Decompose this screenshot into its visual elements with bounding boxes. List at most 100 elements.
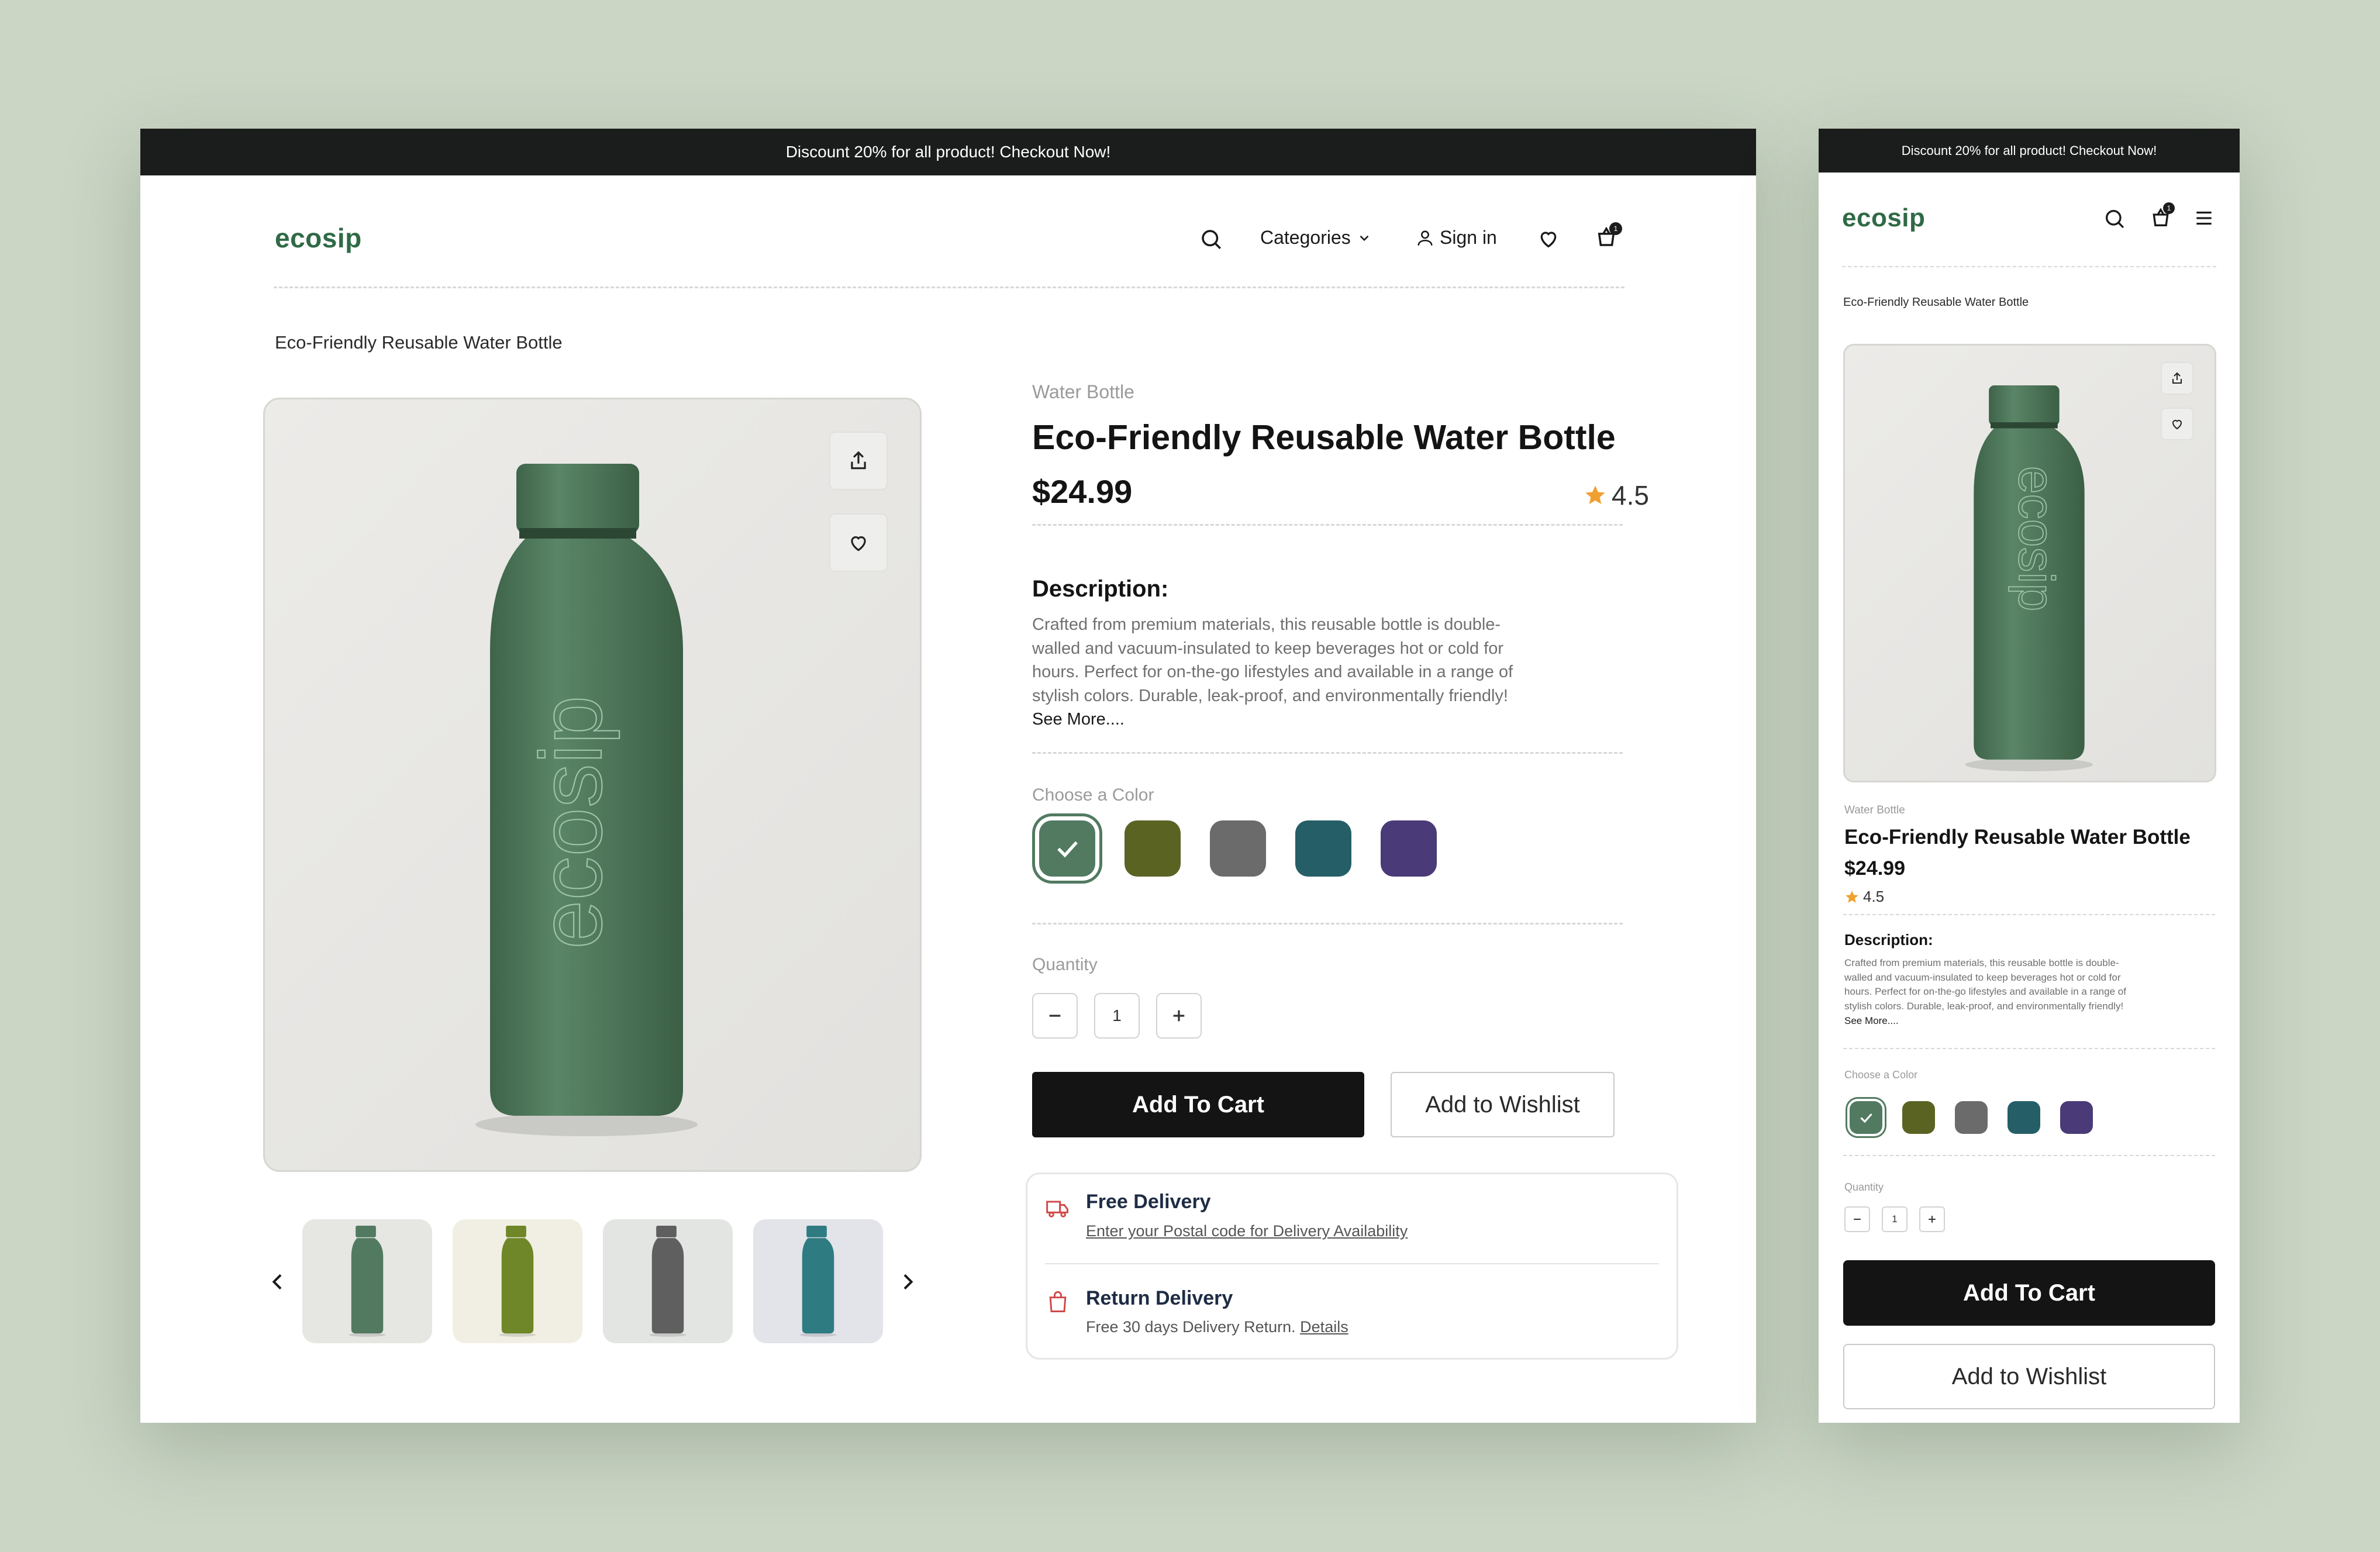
heart-icon[interactable] <box>1537 227 1560 250</box>
hamburger-menu-icon[interactable] <box>2193 207 2215 229</box>
minus-icon <box>1046 1006 1064 1025</box>
bottle-print-text: ecosip <box>2008 466 2064 612</box>
color-swatch[interactable] <box>2008 1101 2040 1134</box>
description-heading: Description: <box>1844 931 1933 949</box>
brand-logo[interactable]: ecosip <box>275 222 362 254</box>
categories-menu[interactable]: Categories <box>1260 227 1372 249</box>
color-label: Choose a Color <box>1844 1069 1918 1081</box>
bottle-print-text: ecosip <box>522 695 620 949</box>
favorite-button[interactable] <box>829 513 888 572</box>
product-thumbnail[interactable] <box>302 1219 432 1343</box>
cart-button[interactable]: 1 <box>2149 202 2175 229</box>
quantity-decrement-button[interactable] <box>1844 1206 1870 1232</box>
quantity-input[interactable]: 1 <box>1094 993 1140 1039</box>
rating-value: 4.5 <box>1863 888 1885 905</box>
rating-value: 4.5 <box>1612 480 1649 511</box>
cart-count-badge: 1 <box>1609 222 1622 235</box>
categories-label: Categories <box>1260 227 1351 248</box>
chevron-right-icon[interactable] <box>896 1270 919 1294</box>
color-swatch[interactable] <box>1210 820 1266 877</box>
share-button[interactable] <box>2161 362 2193 395</box>
cart-button[interactable]: 1 <box>1594 222 1622 249</box>
product-price: $24.99 <box>1032 473 1133 510</box>
color-swatch[interactable] <box>1955 1101 1988 1134</box>
description-heading: Description: <box>1032 576 1169 602</box>
color-swatch[interactable] <box>1039 820 1095 877</box>
quantity-increment-button[interactable] <box>1919 1206 1945 1232</box>
bottle-thumbnail-icon <box>649 1226 687 1337</box>
product-thumbnail[interactable] <box>753 1219 883 1343</box>
bottle-illustration: ecosip <box>475 464 698 1136</box>
heart-icon <box>847 532 870 554</box>
price-divider <box>1843 914 2215 915</box>
chevron-down-icon <box>1357 230 1372 246</box>
search-icon[interactable] <box>2103 207 2126 230</box>
product-price: $24.99 <box>1844 857 1905 880</box>
description-text: Crafted from premium materials, this reu… <box>1844 956 2213 1028</box>
free-delivery-title: Free Delivery <box>1086 1191 1211 1213</box>
color-divider <box>1843 1155 2215 1156</box>
promo-text: Discount 20% for all product! Checkout N… <box>785 143 1111 161</box>
star-icon <box>1844 889 1860 905</box>
promo-banner[interactable]: Discount 20% for all product! Checkout N… <box>1819 129 2240 173</box>
bottle-illustration: ecosip <box>1965 385 2093 771</box>
share-button[interactable] <box>829 432 888 490</box>
user-icon <box>1415 228 1435 248</box>
share-icon <box>847 450 870 472</box>
product-thumbnail[interactable] <box>453 1219 582 1343</box>
add-to-cart-button[interactable]: Add To Cart <box>1843 1260 2215 1326</box>
color-swatch[interactable] <box>1295 820 1351 877</box>
delivery-info-card: Free Delivery Enter your Postal code for… <box>1026 1172 1678 1360</box>
product-category: Water Bottle <box>1032 381 1134 402</box>
add-to-cart-button[interactable]: Add To Cart <box>1032 1072 1364 1137</box>
minus-icon <box>1851 1213 1863 1225</box>
add-to-wishlist-button[interactable]: Add to Wishlist <box>1843 1344 2215 1409</box>
color-swatch[interactable] <box>1902 1101 1935 1134</box>
desktop-frame: Discount 20% for all product! Checkout N… <box>140 129 1756 1423</box>
chevron-left-icon[interactable] <box>266 1270 289 1294</box>
postal-code-link[interactable]: Enter your Postal code for Delivery Avai… <box>1086 1222 1408 1240</box>
color-swatch[interactable] <box>1850 1101 1882 1134</box>
return-delivery-text: Free 30 days Delivery Return. Details <box>1086 1318 1348 1336</box>
promo-text: Discount 20% for all product! Checkout N… <box>1901 143 2157 158</box>
description-line: hours. Perfect for on-the-go lifestyles … <box>1032 663 1513 682</box>
checkmark-icon <box>1057 841 1078 858</box>
description-divider <box>1032 752 1623 754</box>
quantity-decrement-button[interactable] <box>1032 993 1078 1039</box>
description-line: Crafted from premium materials, this reu… <box>1844 957 2119 968</box>
description-line: walled and vacuum-insulated to keep beve… <box>1032 639 1504 658</box>
brand-logo[interactable]: ecosip <box>1842 204 1925 233</box>
checkmark-icon <box>1860 1113 1872 1123</box>
header-divider <box>274 287 1624 288</box>
color-swatch[interactable] <box>2060 1101 2093 1134</box>
promo-banner[interactable]: Discount 20% for all product! Checkout N… <box>140 129 1756 175</box>
breadcrumb[interactable]: Eco-Friendly Reusable Water Bottle <box>275 332 563 353</box>
details-link[interactable]: Details <box>1300 1318 1348 1336</box>
product-thumbnail[interactable] <box>603 1219 733 1343</box>
see-more-link[interactable]: See More.... <box>1844 1014 2213 1029</box>
price-divider <box>1032 524 1623 526</box>
return-delivery-title: Return Delivery <box>1086 1287 1233 1309</box>
color-divider <box>1032 923 1623 925</box>
product-image: ecosip <box>1843 344 2216 782</box>
color-swatch[interactable] <box>1125 820 1181 877</box>
shopping-bag-icon <box>1045 1289 1071 1315</box>
add-to-wishlist-button[interactable]: Add to Wishlist <box>1391 1072 1615 1137</box>
quantity-input[interactable]: 1 <box>1882 1206 1908 1232</box>
color-swatch[interactable] <box>1381 820 1437 877</box>
favorite-button[interactable] <box>2161 408 2193 440</box>
bottle-thumbnail-icon <box>499 1226 536 1337</box>
sign-in-link[interactable]: Sign in <box>1415 227 1497 249</box>
bottle-thumbnail-icon <box>799 1226 837 1337</box>
search-icon[interactable] <box>1199 227 1223 251</box>
bottle-thumbnail-icon <box>349 1226 386 1337</box>
product-image: ecosip <box>263 398 922 1172</box>
plus-icon <box>1170 1006 1188 1025</box>
cart-count-badge: 1 <box>2163 202 2175 214</box>
breadcrumb[interactable]: Eco-Friendly Reusable Water Bottle <box>1843 296 2029 309</box>
see-more-link[interactable]: See More.... <box>1032 708 1593 732</box>
product-rating: 4.5 <box>1584 480 1649 511</box>
share-icon <box>2170 371 2184 385</box>
sign-in-label: Sign in <box>1440 227 1497 248</box>
quantity-increment-button[interactable] <box>1156 993 1202 1039</box>
